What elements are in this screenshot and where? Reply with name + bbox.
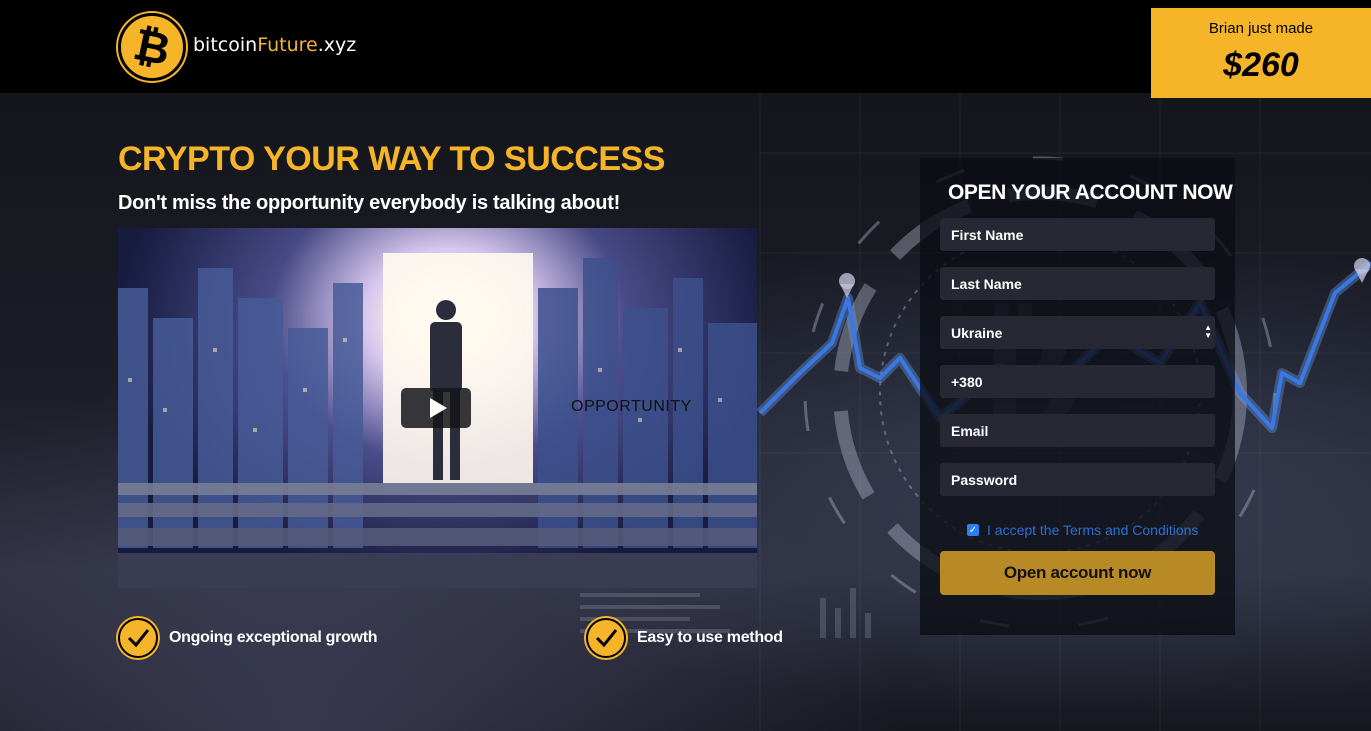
- feature-label: Easy to use method: [637, 629, 783, 646]
- video-play-button[interactable]: [401, 388, 471, 428]
- bitcoin-symbol: ₿: [129, 18, 175, 76]
- open-account-button[interactable]: Open account now: [940, 551, 1215, 595]
- brand-part-1: bitcoin: [193, 34, 258, 56]
- brand-name[interactable]: bitcoinFuture.xyz: [193, 34, 356, 56]
- email-field[interactable]: [940, 414, 1215, 447]
- password-field[interactable]: [940, 463, 1215, 496]
- country-select-value: Ukraine: [951, 324, 1003, 341]
- notification-text: Brian just made: [1208, 20, 1314, 37]
- notification-amount: $260: [1223, 46, 1299, 84]
- form-title: OPEN YOUR ACCOUNT NOW: [948, 181, 1233, 204]
- terms-link[interactable]: I accept the Terms and Conditions: [987, 522, 1198, 538]
- check-icon: [586, 618, 626, 658]
- last-name-field[interactable]: [940, 267, 1215, 300]
- check-icon: [118, 618, 158, 658]
- feature-growth: Ongoing exceptional growth: [118, 618, 378, 658]
- bitcoin-logo-icon[interactable]: ₿: [118, 13, 186, 81]
- page-headline: CRYPTO YOUR WAY TO SUCCESS: [118, 140, 665, 178]
- select-arrows-icon: ▲ ▼: [1204, 323, 1212, 340]
- earnings-notification: Brian just made $260: [1151, 8, 1371, 98]
- first-name-field[interactable]: [940, 218, 1215, 251]
- play-icon: [429, 398, 447, 418]
- page-subheadline: Don't miss the opportunity everybody is …: [118, 192, 620, 214]
- brand-part-3: .xyz: [317, 34, 357, 56]
- country-select[interactable]: Ukraine ▲ ▼: [940, 316, 1215, 349]
- feature-easy: Easy to use method: [586, 618, 783, 658]
- video-caption: OPPORTUNITY: [571, 398, 692, 415]
- phone-field[interactable]: [940, 365, 1215, 398]
- feature-label: Ongoing exceptional growth: [169, 629, 378, 646]
- brand-part-2: Future: [257, 34, 318, 56]
- terms-checkbox[interactable]: ✓: [967, 524, 979, 536]
- promo-video[interactable]: OPPORTUNITY: [118, 228, 757, 588]
- terms-row: ✓ I accept the Terms and Conditions: [967, 522, 1198, 538]
